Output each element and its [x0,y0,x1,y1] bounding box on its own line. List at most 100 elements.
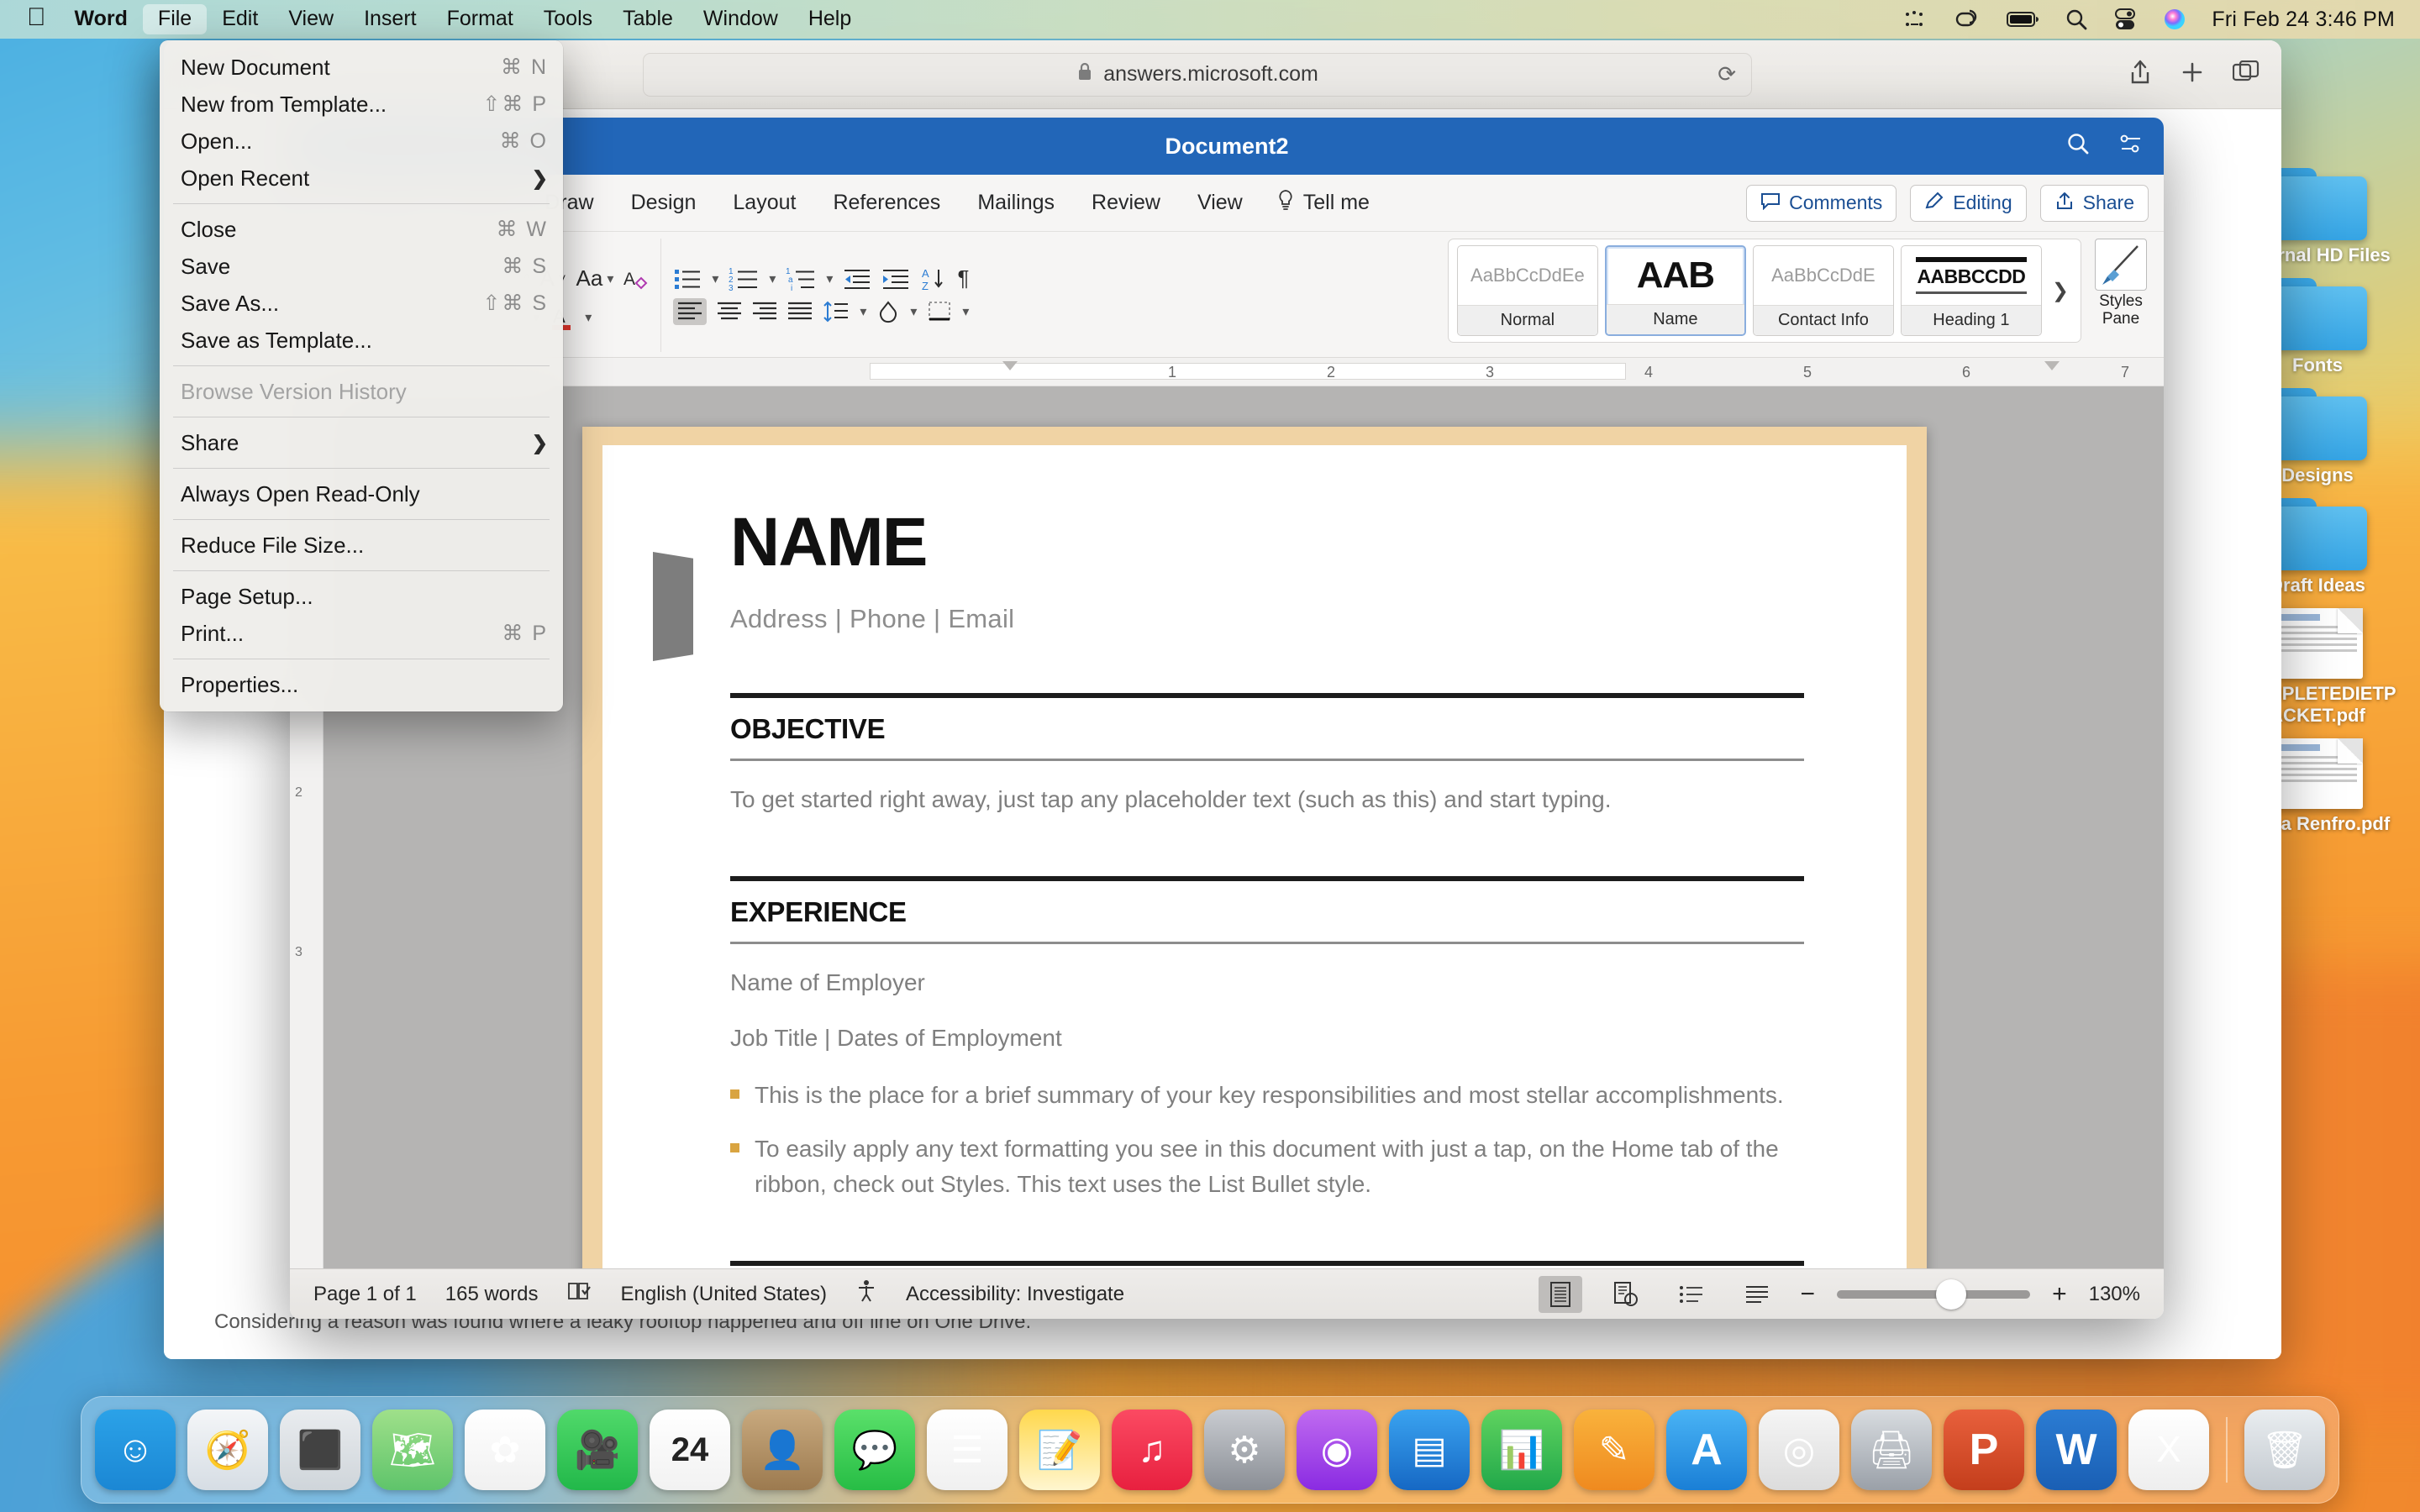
menu-tools[interactable]: Tools [529,4,608,34]
accessibility-label[interactable]: Accessibility: Investigate [906,1283,1124,1306]
style-card-name[interactable]: AAB Name [1604,245,1746,336]
employer-name[interactable]: Name of Employer [730,966,1804,1000]
change-case-icon[interactable]: Aa ▾ [576,265,614,291]
ribbon-tab-layout[interactable]: Layout [716,185,813,221]
menu-insert[interactable]: Insert [349,4,432,34]
battery-icon[interactable] [2007,10,2040,29]
control-center-icon[interactable] [1954,8,1981,30]
zoom-level[interactable]: 130% [2089,1283,2140,1306]
align-left-icon[interactable] [673,298,708,325]
web-layout-icon[interactable] [1604,1276,1648,1313]
file-menu-item-page-setup[interactable]: Page Setup... [160,578,563,615]
styles-pane-button[interactable]: Styles Pane [2086,239,2155,352]
language-label[interactable]: English (United States) [621,1283,827,1306]
job-title-line[interactable]: Job Title | Dates of Employment [730,1021,1804,1056]
dock-app-powerpoint[interactable]: P [1944,1410,2024,1490]
decrease-indent-icon[interactable] [843,267,871,291]
tell-me-button[interactable]: Tell me [1260,183,1386,223]
file-menu-item-reduce-file-size[interactable]: Reduce File Size... [160,527,563,564]
show-marks-icon[interactable]: ¶ [957,265,969,291]
file-menu-item-new-from-template[interactable]: New from Template... ⇧⌘ P [160,86,563,123]
menu-view[interactable]: View [273,4,349,34]
section-title-objective[interactable]: OBJECTIVE [730,713,1804,745]
siri-icon[interactable] [2163,8,2186,31]
dock-app-app-store[interactable]: A [1666,1410,1747,1490]
dock-app-launchpad[interactable]: ⬛ [280,1410,360,1490]
zoom-slider-knob[interactable] [1936,1278,1967,1310]
file-menu-item-save-as[interactable]: Save As... ⇧⌘ S [160,285,563,322]
search-icon[interactable] [2065,8,2087,30]
style-card-contact-info[interactable]: AaBbCcDdE Contact Info [1752,245,1894,336]
page-count[interactable]: Page 1 of 1 [313,1283,417,1306]
dock-app-keynote[interactable]: ▤ [1389,1410,1470,1490]
bullet-item[interactable]: This is the place for a brief summary of… [730,1078,1804,1113]
search-icon[interactable] [2066,132,2090,160]
dots-icon[interactable] [1904,10,1929,29]
ribbon-tab-references[interactable]: References [816,185,957,221]
ribbon-options-icon[interactable] [2118,132,2144,160]
file-menu-item-save[interactable]: Save ⌘ S [160,248,563,285]
dock-app-maps[interactable]: 🗺 [372,1410,453,1490]
objective-body[interactable]: To get started right away, just tap any … [730,783,1804,817]
word-window[interactable]: ▾ ••• Document2 ❯ HomeInsertDrawDesignLa… [290,118,2164,1319]
dock-app-numbers[interactable]: 📊 [1481,1410,1562,1490]
word-count[interactable]: 165 words [445,1283,539,1306]
reload-icon[interactable]: ⟳ [1718,61,1736,87]
shading-icon[interactable] [876,300,900,323]
toggles-icon[interactable] [2112,8,2138,30]
resume-contact-line[interactable]: Address | Phone | Email [730,604,1804,634]
increase-indent-icon[interactable] [881,267,910,291]
url-bar[interactable]: answers.microsoft.com ⟳ [643,52,1752,97]
menu-word[interactable]: Word [60,4,143,34]
dock-app-chrome[interactable]: ◎ [1759,1410,1839,1490]
section-title-experience[interactable]: EXPERIENCE [730,896,1804,928]
document-scroll-area[interactable]: 123 NAME Address | Phone | Email OBJECTI… [290,386,2164,1268]
align-center-icon[interactable] [717,301,742,323]
multilevel-list-icon[interactable]: 1ai [786,266,816,291]
outline-icon[interactable] [1670,1276,1713,1313]
bullets-icon[interactable] [673,266,702,291]
zoom-out-button[interactable]: − [1801,1280,1816,1309]
share-button[interactable]: Share [2039,184,2149,222]
sort-icon[interactable]: AZ [920,266,947,291]
file-menu-item-share[interactable]: Share ❯ [160,424,563,461]
comments-button[interactable]: Comments [1746,184,1897,222]
dock-app-reminders[interactable]: ☰ [927,1410,1007,1490]
dock-app-settings[interactable]: ⚙ [1204,1410,1285,1490]
line-spacing-icon[interactable] [823,300,850,323]
dock-app-trash[interactable]: 🗑 [2244,1410,2325,1490]
ribbon-tab-design[interactable]: Design [614,185,713,221]
file-menu-item-save-as-template[interactable]: Save as Template... [160,322,563,359]
horizontal-ruler[interactable]: 1 2 3 4 5 6 7 [290,358,2164,386]
file-menu-dropdown[interactable]: New Document ⌘ N New from Template... ⇧⌘ P O… [160,40,563,711]
dock-app-calendar[interactable]: 24 [650,1410,730,1490]
share-icon[interactable] [2128,59,2152,90]
print-layout-icon[interactable] [1538,1275,1582,1313]
dock-app-messages[interactable]: 💬 [834,1410,915,1490]
dock-app-finder[interactable]: ☺ [95,1410,176,1490]
style-card-normal[interactable]: AaBbCcDdEe Normal [1456,245,1598,336]
menu-help[interactable]: Help [793,4,866,34]
file-menu-item-open[interactable]: Open... ⌘ O [160,123,563,160]
dock-app-excel[interactable]: X [2128,1410,2209,1490]
file-menu-item-close[interactable]: Close ⌘ W [160,211,563,248]
dock-app-photos[interactable]: ✿ [465,1410,545,1490]
proofing-icon[interactable] [567,1280,592,1308]
dock-app-facetime[interactable]: 🎥 [557,1410,638,1490]
menu-table[interactable]: Table [608,4,688,34]
editing-button[interactable]: Editing [1910,184,2027,222]
align-right-icon[interactable] [752,301,777,323]
borders-icon[interactable] [927,300,952,323]
clear-formatting-icon[interactable]: A [623,266,649,291]
file-menu-item-always-open-read-only[interactable]: Always Open Read-Only [160,475,563,512]
menu-bar-clock[interactable]: Fri Feb 24 3:46 PM [2212,8,2395,32]
file-menu-item-new-document[interactable]: New Document ⌘ N [160,49,563,86]
plus-icon[interactable] [2181,60,2204,88]
styles-gallery[interactable]: AaBbCcDdEe Normal AAB Name AaBbCcDdE Contact … [1447,239,2081,343]
zoom-in-button[interactable]: + [2052,1280,2067,1309]
apple-logo-icon[interactable]:  [18,4,60,34]
ribbon-tab-mailings[interactable]: Mailings [960,185,1071,221]
tab-overview-icon[interactable] [2232,60,2260,88]
dock-app-music[interactable]: ♫ [1112,1410,1192,1490]
menu-format[interactable]: Format [432,4,529,34]
